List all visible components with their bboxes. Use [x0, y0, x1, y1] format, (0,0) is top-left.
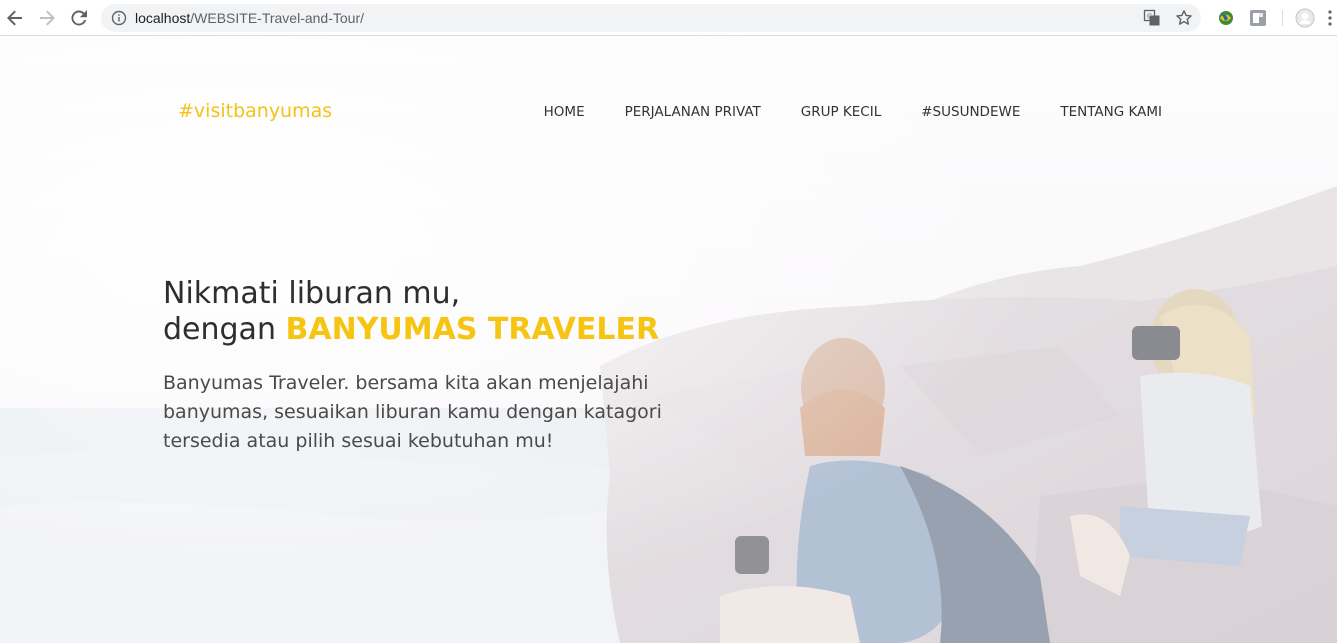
- forward-arrow-icon[interactable]: [35, 6, 59, 30]
- translate-icon[interactable]: G: [1143, 9, 1161, 27]
- nav-susundewe[interactable]: #SUSUNDEWE: [921, 104, 1020, 120]
- nav-tentang-kami[interactable]: TENTANG KAMI: [1060, 104, 1162, 120]
- nav-perjalanan-privat[interactable]: PERJALANAN PRIVAT: [625, 104, 761, 120]
- profile-avatar-icon[interactable]: [1295, 8, 1315, 28]
- svg-text:G: G: [1147, 13, 1152, 21]
- star-icon[interactable]: [1175, 9, 1193, 27]
- toolbar-separator: [1282, 10, 1283, 26]
- main-navigation: HOME PERJALANAN PRIVAT GRUP KECIL #SUSUN…: [544, 104, 1162, 120]
- extension-gray-icon[interactable]: [1248, 8, 1268, 28]
- headline-prefix: dengan: [163, 312, 286, 347]
- info-icon[interactable]: [111, 10, 127, 26]
- hero-headline: Nikmati liburan mu, dengan BANYUMAS TRAV…: [163, 276, 659, 348]
- url-path: /WEBSITE-Travel-and-Tour/: [190, 10, 365, 26]
- browser-toolbar: localhost/WEBSITE-Travel-and-Tour/ G: [0, 0, 1337, 36]
- reload-icon[interactable]: [67, 6, 91, 30]
- headline-line1: Nikmati liburan mu,: [163, 276, 461, 311]
- nav-grup-kecil[interactable]: GRUP KECIL: [801, 104, 881, 120]
- back-arrow-icon[interactable]: [3, 6, 27, 30]
- hero-description: Banyumas Traveler. bersama kita akan men…: [163, 372, 662, 452]
- headline-brand: BANYUMAS TRAVELER: [285, 312, 660, 347]
- site-logo[interactable]: #visitbanyumas: [178, 100, 332, 122]
- url-host: localhost: [135, 10, 191, 26]
- url-text[interactable]: localhost/WEBSITE-Travel-and-Tour/: [135, 10, 364, 26]
- kebab-menu-icon[interactable]: [1326, 8, 1334, 28]
- address-bar[interactable]: localhost/WEBSITE-Travel-and-Tour/ G: [101, 4, 1201, 32]
- nav-home[interactable]: HOME: [544, 104, 585, 120]
- hero-section: #visitbanyumas HOME PERJALANAN PRIVAT GR…: [0, 36, 1337, 643]
- extension-globe-icon[interactable]: [1216, 8, 1236, 28]
